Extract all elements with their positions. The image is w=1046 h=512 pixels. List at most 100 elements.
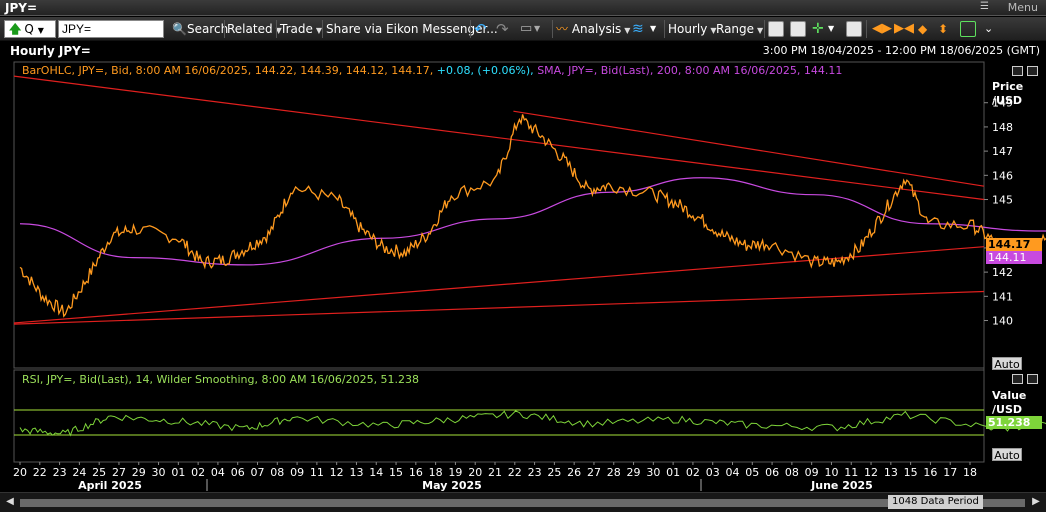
- x-tick-label: 05: [745, 466, 759, 479]
- x-tick-label: 13: [884, 466, 898, 479]
- undo-icon[interactable]: ↶: [474, 20, 487, 38]
- ohlc-legend-text: BarOHLC, JPY=, Bid, 8:00 AM 16/06/2025, …: [22, 64, 434, 77]
- x-tick-label: 15: [389, 466, 403, 479]
- x-tick-label: 24: [72, 466, 86, 479]
- rsi-panel-restore-icon[interactable]: [1012, 374, 1023, 384]
- line-chart-icon[interactable]: [768, 21, 784, 37]
- x-tick-label: 25: [547, 466, 561, 479]
- x-tick-label: 15: [904, 466, 918, 479]
- sma-value-tag: 144.11: [986, 251, 1042, 264]
- rsi-axis-title: Value /USD: [992, 389, 1026, 417]
- chevron-down-icon: ▼: [757, 26, 764, 35]
- folder-icon[interactable]: ▭: [520, 20, 532, 38]
- table-icon[interactable]: [846, 21, 862, 37]
- select-icon[interactable]: [960, 21, 976, 37]
- x-tick-label: 29: [132, 466, 146, 479]
- share-button[interactable]: Share via Eikon Messenger...: [326, 20, 498, 38]
- expand-y-icon[interactable]: ⬍: [938, 20, 948, 38]
- price-axis-title-line2: /USD: [992, 94, 1023, 107]
- chart-header: Hourly JPY= 3:00 PM 18/04/2025 - 12:00 P…: [0, 42, 1046, 60]
- up-arrow-icon: 🡅: [9, 22, 22, 36]
- x-tick-label: 18: [429, 466, 443, 479]
- interval-menu[interactable]: Hourly ▼: [668, 20, 717, 38]
- zoom-y-icon[interactable]: ◆: [918, 20, 927, 38]
- ohlc-change-text: +0.08, (+0.06%),: [436, 64, 534, 77]
- scroll-right-arrow-icon[interactable]: ▶: [1030, 496, 1042, 509]
- menu-icon[interactable]: ☰: [980, 1, 994, 13]
- wave-icon[interactable]: ≋: [632, 20, 644, 38]
- x-tick-label: 23: [53, 466, 67, 479]
- y-tick-label: 145: [992, 194, 1013, 207]
- x-tick-label: 27: [587, 466, 601, 479]
- price-legend: BarOHLC, JPY=, Bid, 8:00 AM 16/06/2025, …: [22, 64, 842, 77]
- toolbar-divider: [764, 20, 765, 38]
- x-tick-label: 19: [448, 466, 462, 479]
- chevron-down-icon: ▼: [37, 26, 44, 35]
- toolbar-divider: [276, 20, 277, 38]
- x-tick-label: 29: [627, 466, 641, 479]
- candle-chart-icon[interactable]: [790, 21, 806, 37]
- x-tick-label: 06: [231, 466, 245, 479]
- panel-close-icon[interactable]: [1027, 66, 1038, 76]
- chart-canvas[interactable]: 149148147146145143142141140 202223242527…: [0, 60, 1046, 492]
- more-chevron-icon[interactable]: ⌄: [984, 20, 993, 38]
- range-menu[interactable]: Range ▼: [716, 20, 763, 38]
- x-tick-label: 01: [666, 466, 680, 479]
- trade-label: Trade: [280, 22, 313, 36]
- x-tick-label: 11: [844, 466, 858, 479]
- price-auto-scale-button[interactable]: Auto: [992, 357, 1022, 371]
- toolbar-divider: [552, 20, 553, 38]
- scroll-left-arrow-icon[interactable]: ◀: [4, 496, 16, 509]
- chevron-down-icon[interactable]: ▼: [650, 20, 656, 38]
- x-tick-label: 06: [765, 466, 779, 479]
- crosshair-icon[interactable]: ✛: [812, 20, 824, 38]
- rsi-panel-close-icon[interactable]: [1027, 374, 1038, 384]
- x-tick-label: 09: [805, 466, 819, 479]
- chevron-down-icon[interactable]: ▼: [828, 20, 834, 38]
- panel-restore-icon[interactable]: [1012, 66, 1023, 76]
- scroll-thumb[interactable]: [20, 499, 1025, 507]
- x-axis-ticks: 20 22 23 24 25 27 29 30 01 02 04 06 07 08 09 11 12 13 14 15…: [13, 462, 977, 479]
- y-tick-label: 148: [992, 121, 1013, 134]
- sma-legend-text: SMA, JPY=, Bid(Last), 200, 8:00 AM 16/06…: [537, 64, 843, 77]
- x-tick-label: 16: [923, 466, 937, 479]
- x-tick-label: 04: [211, 466, 225, 479]
- y-tick-label: 142: [992, 266, 1013, 279]
- rsi-axis-title-line1: Value: [992, 389, 1027, 402]
- toolbar-divider: [866, 20, 867, 38]
- x-tick-label: 20: [468, 466, 482, 479]
- ric-field-selector[interactable]: 🡅 Q ▼: [4, 20, 56, 38]
- toolbar: 🡅Q▼ 🔍Search Related▼ Trade▼ Share via Ei…: [0, 17, 1046, 41]
- analysis-menu[interactable]: 〰 Analysis ▼: [556, 20, 630, 38]
- search-icon: 🔍: [172, 22, 187, 36]
- menu-button[interactable]: Menu: [1008, 1, 1038, 14]
- x-tick-label: 22: [508, 466, 522, 479]
- search-label: Search: [186, 22, 229, 36]
- x-tick-label: 27: [112, 466, 126, 479]
- y-tick-label: 147: [992, 145, 1013, 158]
- x-tick-label: 04: [726, 466, 740, 479]
- y-tick-label: 141: [992, 290, 1013, 303]
- search-button[interactable]: 🔍Search: [172, 20, 228, 38]
- rsi-value-tag: 51.238: [986, 416, 1042, 429]
- ric-input[interactable]: [58, 20, 164, 38]
- scroll-left-icon[interactable]: ◀▶: [872, 20, 892, 38]
- x-tick-label: 08: [270, 466, 284, 479]
- x-tick-label: 20: [13, 466, 27, 479]
- last-price-tag: 144.17: [986, 238, 1042, 251]
- time-scrollbar[interactable]: ◀ 1048 Data Period ▶: [0, 492, 1046, 512]
- zoom-x-icon[interactable]: ▶◀: [894, 20, 914, 38]
- related-menu[interactable]: Related ▼: [227, 20, 282, 38]
- window-title: JPY=: [5, 1, 38, 15]
- x-tick-label: 13: [349, 466, 363, 479]
- x-tick-label: 22: [33, 466, 47, 479]
- chevron-down-icon[interactable]: ▼: [534, 20, 540, 38]
- analysis-label: Analysis: [571, 22, 622, 36]
- rsi-auto-scale-button[interactable]: Auto: [992, 448, 1022, 462]
- trade-menu[interactable]: Trade ▼: [280, 20, 322, 38]
- price-axis-title-line1: Price: [992, 80, 1024, 93]
- x-tick-label: 12: [330, 466, 344, 479]
- redo-icon[interactable]: ↷: [496, 20, 509, 38]
- analysis-icon: 〰: [556, 22, 569, 36]
- month-label: June 2025: [810, 479, 873, 492]
